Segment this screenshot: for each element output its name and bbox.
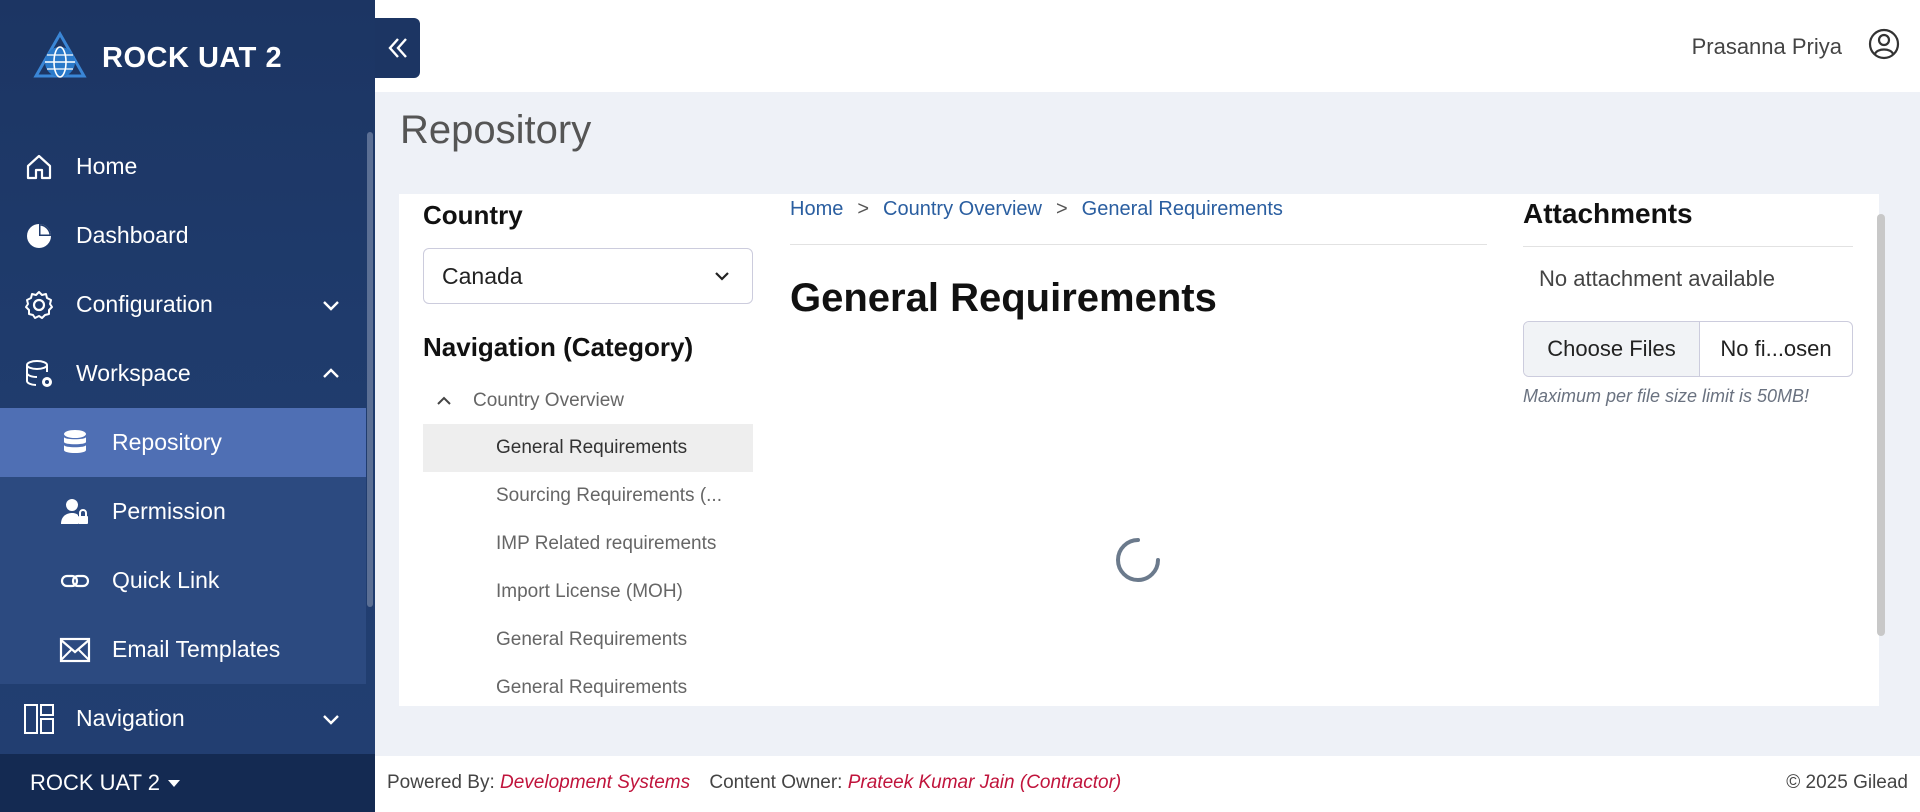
content-owner-value: Prateek Kumar Jain (Contractor) xyxy=(847,772,1122,793)
country-label: Country xyxy=(423,200,523,230)
envelope-icon xyxy=(58,633,92,667)
double-chevron-left-icon xyxy=(387,38,407,58)
home-icon xyxy=(22,150,56,184)
country-selected-value: Canada xyxy=(442,262,523,289)
sidebar-nav: Home Dashboard Configuration Workspace R… xyxy=(0,132,366,753)
chevron-down-icon xyxy=(323,300,339,311)
sidebar-item-label: Workspace xyxy=(76,360,191,386)
sidebar-item-dashboard[interactable]: Dashboard xyxy=(0,201,366,270)
tree-item[interactable]: Import License (MOH) xyxy=(423,568,753,616)
app-name: ROCK UAT 2 xyxy=(102,41,283,74)
breadcrumb-separator: > xyxy=(1055,198,1068,220)
choose-files-button[interactable]: Choose Files xyxy=(1524,322,1700,376)
sidebar-item-label: Repository xyxy=(112,429,222,455)
sidebar-item-label: Configuration xyxy=(76,291,213,317)
layout-icon xyxy=(22,702,56,736)
user-name[interactable]: Prasanna Priya xyxy=(1692,34,1842,60)
link-icon xyxy=(58,564,92,598)
file-input[interactable]: Choose Files No fi...osen xyxy=(1523,321,1853,377)
chevron-down-icon xyxy=(715,272,729,281)
database-icon xyxy=(58,426,92,460)
brand[interactable]: ROCK UAT 2 xyxy=(32,30,282,86)
caret-down-icon xyxy=(168,779,180,787)
powered-by-value: Development Systems xyxy=(500,772,691,793)
globe-logo-icon xyxy=(33,30,87,78)
country-select[interactable]: Canada xyxy=(423,248,753,304)
database-settings-icon xyxy=(22,357,56,391)
sidebar-item-quick-link[interactable]: Quick Link xyxy=(0,546,366,615)
breadcrumb-separator: > xyxy=(857,198,870,220)
sidebar-item-email-templates[interactable]: Email Templates xyxy=(0,615,366,684)
tree-item[interactable]: General Requirements xyxy=(423,664,753,712)
user-lock-icon xyxy=(58,495,92,529)
copyright: © 2025 Gilead xyxy=(1786,772,1908,793)
sidebar-item-label: Navigation xyxy=(76,705,185,731)
topbar: Prasanna Priya xyxy=(375,0,1920,92)
divider xyxy=(1523,246,1853,247)
environment-switcher[interactable]: ROCK UAT 2 xyxy=(0,754,375,812)
navigation-category-label: Navigation (Category) xyxy=(423,332,694,362)
sidebar-item-label: Home xyxy=(76,153,138,179)
chevron-up-icon xyxy=(323,367,339,378)
collapse-sidebar-button[interactable] xyxy=(375,18,420,78)
loading-spinner-icon xyxy=(1116,538,1160,582)
no-attachment-text: No attachment available xyxy=(1539,266,1776,291)
sidebar-item-label: Email Templates xyxy=(112,636,281,662)
tree-item[interactable]: Sourcing Requirements (... xyxy=(423,472,753,520)
breadcrumb-general-requirements[interactable]: General Requirements xyxy=(1082,198,1283,221)
breadcrumb-home[interactable]: Home xyxy=(790,198,843,221)
breadcrumb: Home > Country Overview > General Requir… xyxy=(790,198,1283,221)
sidebar-scrollbar[interactable] xyxy=(367,132,373,607)
sidebar-item-navigation[interactable]: Navigation xyxy=(0,684,366,753)
sidebar-item-label: Quick Link xyxy=(112,567,220,593)
document-title: General Requirements xyxy=(790,276,1217,320)
environment-label: ROCK UAT 2 xyxy=(30,770,160,795)
tree-item[interactable]: IMP Related requirements xyxy=(423,520,753,568)
sidebar-item-permission[interactable]: Permission xyxy=(0,477,366,546)
tree-item[interactable]: General Requirements xyxy=(423,616,753,664)
category-tree: Country Overview General Requirements So… xyxy=(423,378,753,712)
page-title: Repository xyxy=(400,108,592,152)
sidebar-item-label: Permission xyxy=(112,498,226,524)
content-scrollbar[interactable] xyxy=(1877,214,1885,636)
sidebar-item-workspace[interactable]: Workspace xyxy=(0,339,366,408)
content-owner-label: Content Owner: xyxy=(709,772,843,793)
attachments-label: Attachments xyxy=(1523,198,1693,229)
breadcrumb-country-overview[interactable]: Country Overview xyxy=(883,198,1042,221)
chevron-up-icon xyxy=(437,396,451,405)
sidebar-item-repository[interactable]: Repository xyxy=(0,408,366,477)
file-status: No fi...osen xyxy=(1720,336,1832,361)
content-card: Country Canada Navigation (Category) Cou… xyxy=(399,194,1885,706)
pie-chart-icon xyxy=(22,219,56,253)
powered-by-label: Powered By: xyxy=(387,772,495,793)
divider xyxy=(790,244,1487,245)
sidebar-item-home[interactable]: Home xyxy=(0,132,366,201)
tree-node-country-overview[interactable]: Country Overview xyxy=(423,378,753,424)
footer: Powered By: Development Systems Content … xyxy=(375,756,1920,812)
file-size-note: Maximum per file size limit is 50MB! xyxy=(1523,386,1810,406)
tree-item[interactable]: General Requirements xyxy=(423,424,753,472)
tree-node-label: Country Overview xyxy=(473,390,624,411)
sidebar: ROCK UAT 2 Home Dashboard Configuration xyxy=(0,0,375,812)
chevron-down-icon xyxy=(323,714,339,725)
gear-icon xyxy=(22,288,56,322)
user-circle-icon[interactable] xyxy=(1868,28,1900,60)
footer-info: Powered By: Development Systems Content … xyxy=(387,772,1121,794)
sidebar-item-configuration[interactable]: Configuration xyxy=(0,270,366,339)
sidebar-item-label: Dashboard xyxy=(76,222,189,248)
